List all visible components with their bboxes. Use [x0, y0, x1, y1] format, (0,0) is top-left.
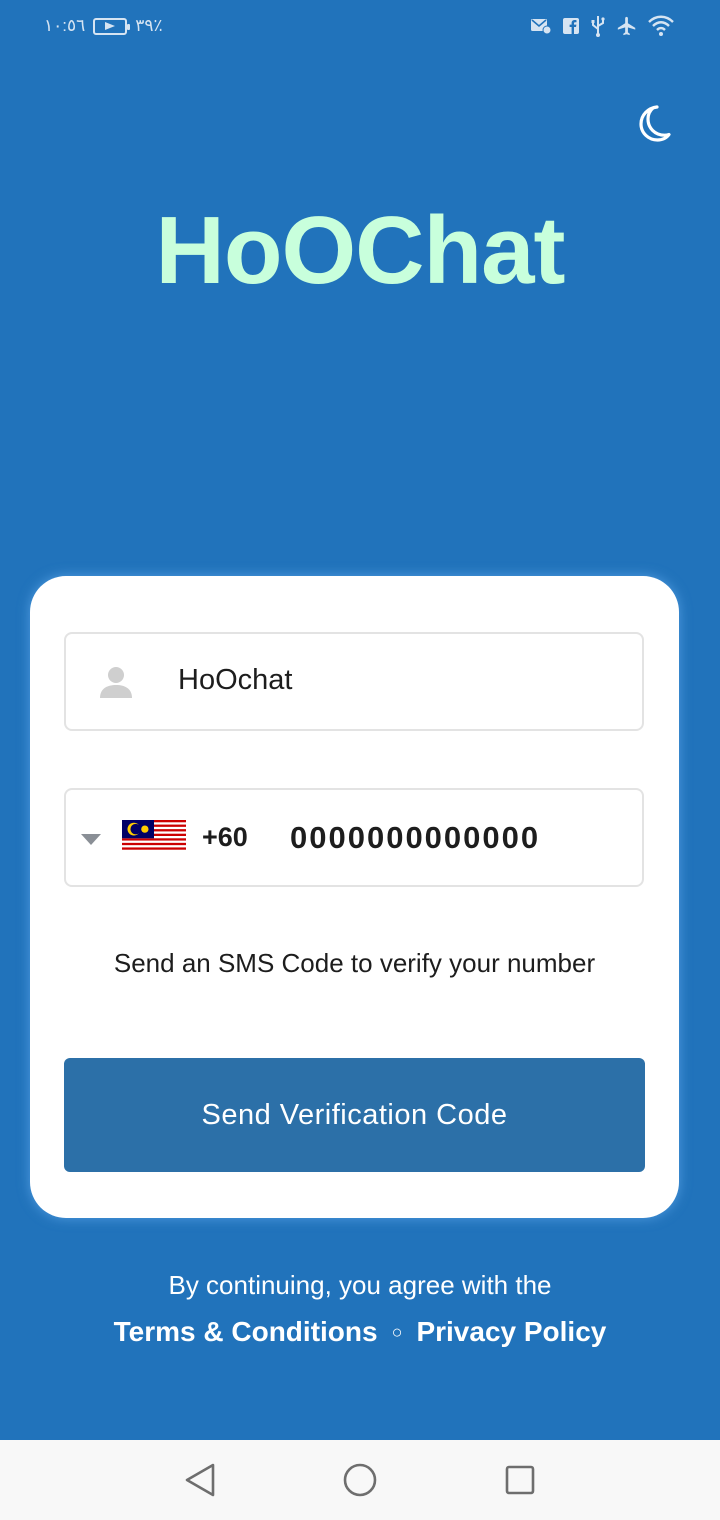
back-icon	[185, 1463, 215, 1497]
airplane-icon	[616, 15, 638, 42]
chevron-down-icon[interactable]	[80, 832, 102, 846]
name-field[interactable]: HoOchat	[64, 632, 644, 731]
status-left: ١٠:٥٦ ٣٩٪	[44, 16, 163, 36]
facebook-icon	[562, 17, 580, 40]
person-icon	[100, 667, 132, 698]
theme-toggle-button[interactable]	[630, 100, 676, 146]
wifi-icon	[648, 15, 674, 42]
country-dial-code[interactable]: +60	[202, 822, 248, 853]
recents-icon	[505, 1465, 535, 1495]
phone-field: +60 0000000000000	[64, 788, 644, 887]
nav-back-button[interactable]	[180, 1460, 220, 1500]
name-input-value: HoOchat	[178, 664, 293, 696]
app-screen: ١٠:٥٦ ٣٩٪ HoOChat HoOchat +60 0000000000…	[0, 0, 720, 1440]
moon-icon	[639, 105, 671, 142]
usb-icon	[590, 15, 606, 42]
legal-separator: ○	[391, 1321, 403, 1342]
nav-recents-button[interactable]	[500, 1460, 540, 1500]
mail-settings-icon	[530, 17, 552, 40]
status-right	[530, 15, 674, 42]
send-verification-code-button[interactable]: Send Verification Code	[64, 1058, 645, 1172]
battery-level: ٣٩٪	[135, 16, 163, 35]
status-time: ١٠:٥٦	[44, 16, 86, 35]
nav-home-button[interactable]	[340, 1460, 380, 1500]
system-nav-bar	[0, 1440, 720, 1520]
privacy-policy-link[interactable]: Privacy Policy	[416, 1316, 606, 1348]
legal-intro-text: By continuing, you agree with the	[168, 1270, 552, 1300]
legal-links: Terms & Conditions ○ Privacy Policy	[0, 1316, 720, 1348]
status-bar: ١٠:٥٦ ٣٩٪	[0, 0, 720, 54]
malaysia-flag-icon[interactable]	[122, 820, 186, 852]
login-card: HoOchat +60 0000000000000 Send an SMS Co…	[30, 576, 679, 1218]
terms-link[interactable]: Terms & Conditions	[114, 1316, 378, 1348]
home-icon	[343, 1463, 377, 1497]
phone-input-value[interactable]: 0000000000000	[290, 820, 540, 856]
app-title: HoOChat	[155, 197, 566, 304]
battery-icon	[93, 17, 131, 35]
sms-hint-text: Send an SMS Code to verify your number	[113, 948, 596, 978]
